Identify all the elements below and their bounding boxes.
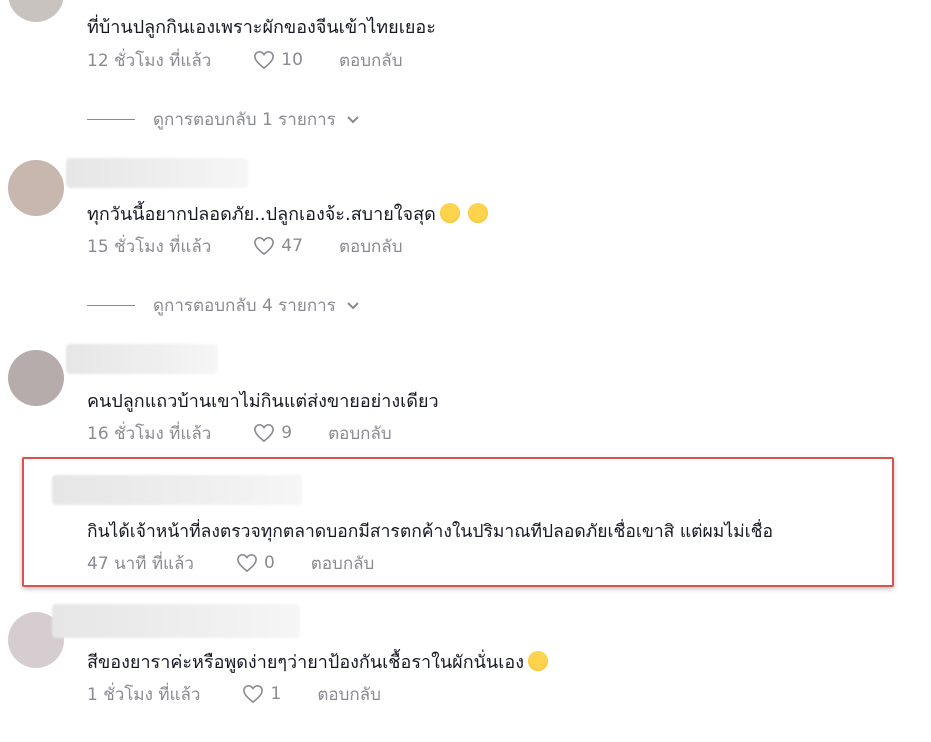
- view-replies-label: ดูการตอบกลับ 4 รายการ: [153, 296, 336, 316]
- comment-time: 1 ชั่วโมง ที่แล้ว: [87, 684, 201, 705]
- comment-meta: 1 ชั่วโมง ที่แล้ว 1 ตอบกลับ: [87, 682, 381, 706]
- chevron-down-icon: [346, 115, 360, 125]
- avatar[interactable]: [8, 160, 64, 216]
- comment-time: 16 ชั่วโมง ที่แล้ว: [87, 423, 212, 444]
- comment-text-body: ทุกวันนี้อยากปลอดภัย..ปลูกเองจ้ะ.สบายใจส…: [87, 204, 436, 225]
- like-button[interactable]: 47: [253, 236, 303, 256]
- view-replies-label: ดูการตอบกลับ 1 รายการ: [153, 110, 336, 130]
- comment-text-body: สีของยาราค่ะหรือพูดง่ายๆว่ายาป้องกันเชื้…: [87, 652, 524, 673]
- comment-text: กินได้เจ้าหน้าที่ลงตรวจทุกตลาดบอกมีสารตก…: [87, 522, 774, 542]
- like-count: 9: [281, 423, 293, 443]
- comment-text: ทุกวันนี้อยากปลอดภัย..ปลูกเองจ้ะ.สบายใจส…: [87, 203, 488, 227]
- chevron-down-icon: [346, 301, 360, 311]
- comment-meta: 16 ชั่วโมง ที่แล้ว 9 ตอบกลับ: [87, 421, 392, 445]
- comment-meta: 15 ชั่วโมง ที่แล้ว 47 ตอบกลับ: [87, 234, 402, 258]
- reply-button[interactable]: ตอบกลับ: [317, 681, 381, 708]
- username-blurred[interactable]: [66, 344, 218, 374]
- comment-time: 15 ชั่วโมง ที่แล้ว: [87, 236, 212, 257]
- comment-text: ที่บ้านปลูกกินเองเพราะผักของจีนเข้าไทยเย…: [87, 17, 436, 38]
- heart-icon: [254, 236, 275, 256]
- sweat-smile-icon: [528, 651, 548, 671]
- like-button[interactable]: 1: [242, 684, 281, 704]
- rofl-face-icon: [467, 203, 488, 223]
- reply-button[interactable]: ตอบกลับ: [339, 47, 403, 74]
- view-replies-button[interactable]: ดูการตอบกลับ 4 รายการ: [87, 292, 360, 319]
- username-blurred[interactable]: [66, 158, 248, 188]
- heart-icon: [254, 423, 275, 443]
- like-button[interactable]: 0: [236, 553, 275, 573]
- heart-icon: [254, 50, 275, 70]
- comment-meta: 47 นาที ที่แล้ว 0 ตอบกลับ: [87, 551, 374, 575]
- like-button[interactable]: 9: [253, 423, 292, 443]
- comment-meta: 12 ชั่วโมง ที่แล้ว 10 ตอบกลับ: [87, 48, 402, 72]
- avatar[interactable]: [8, 0, 64, 22]
- like-count: 1: [270, 684, 282, 704]
- heart-icon: [243, 684, 264, 704]
- divider-line: [87, 305, 135, 306]
- comment-text: คนปลูกแถวบ้านเขาไม่กินแต่ส่งขายอย่างเดีย…: [87, 391, 439, 412]
- divider-line: [87, 119, 135, 120]
- comment-time: 12 ชั่วโมง ที่แล้ว: [87, 50, 212, 71]
- reply-button[interactable]: ตอบกลับ: [311, 550, 375, 577]
- like-count: 47: [281, 236, 303, 256]
- reply-button[interactable]: ตอบกลับ: [328, 420, 392, 447]
- reply-button[interactable]: ตอบกลับ: [339, 233, 403, 260]
- avatar[interactable]: [8, 350, 64, 406]
- username-blurred[interactable]: [52, 475, 302, 505]
- like-count: 0: [263, 553, 275, 573]
- comment-text: สีของยาราค่ะหรือพูดง่ายๆว่ายาป้องกันเชื้…: [87, 651, 548, 675]
- like-count: 10: [281, 50, 303, 70]
- heart-icon: [237, 553, 257, 573]
- rofl-face-icon: [439, 203, 460, 223]
- view-replies-button[interactable]: ดูการตอบกลับ 1 รายการ: [87, 106, 360, 133]
- like-button[interactable]: 10: [253, 50, 303, 70]
- username-blurred[interactable]: [52, 604, 300, 638]
- comment-time: 47 นาที ที่แล้ว: [87, 553, 194, 574]
